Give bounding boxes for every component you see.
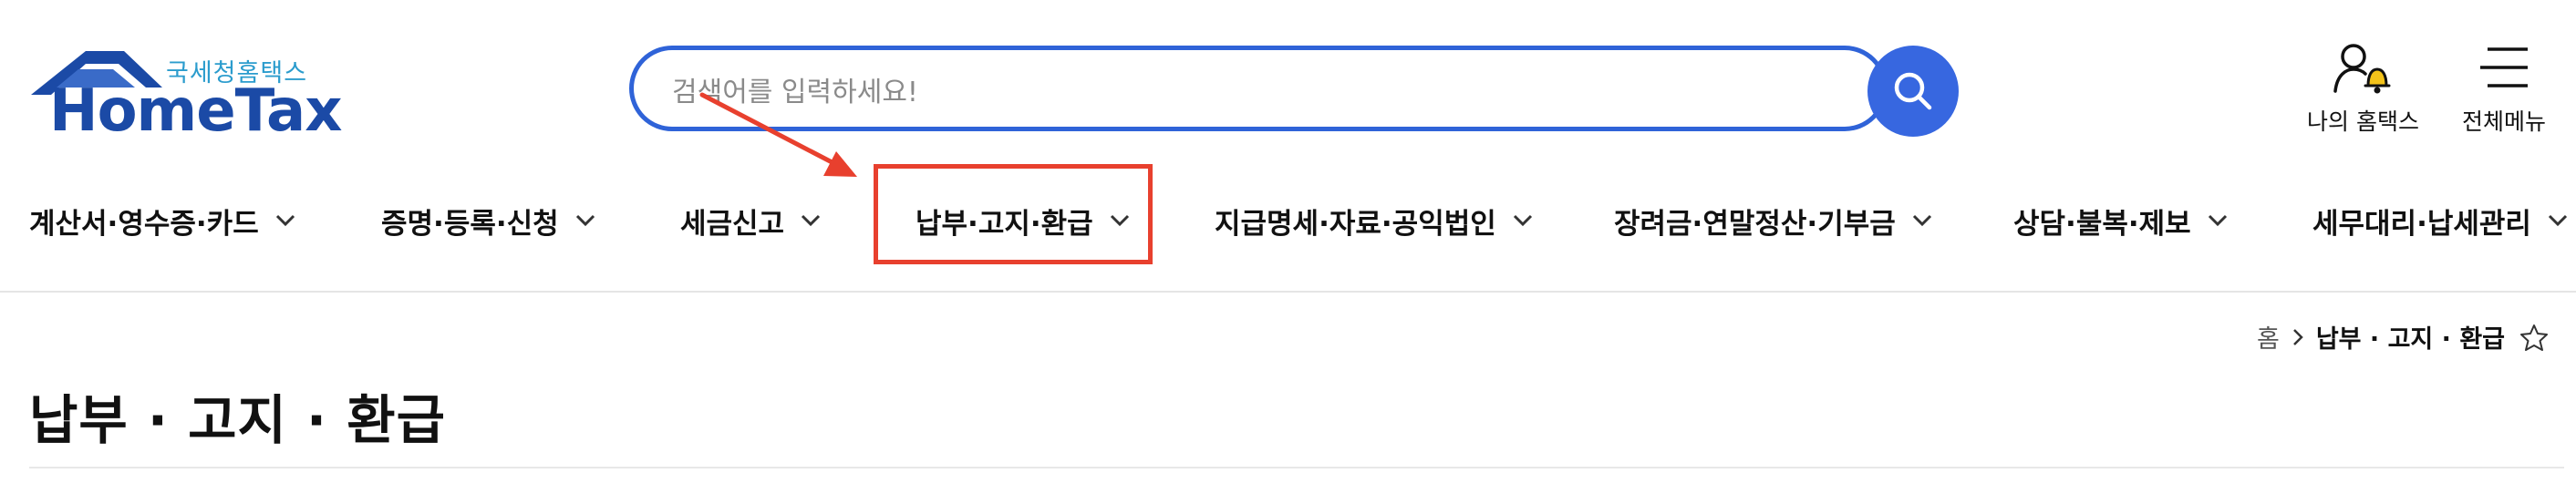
user-bell-icon (2333, 44, 2391, 94)
gnb-item-label: 상담·불복·제보 (2013, 207, 2191, 241)
gnb-item-incentive-yearend-donation[interactable]: 장려금·연말정산·기부금 (1614, 191, 1932, 250)
all-menu-button[interactable]: 전체메뉴 (2462, 42, 2546, 137)
chevron-right-icon (2292, 328, 2303, 345)
gnb-item-label: 세금신고 (680, 207, 785, 241)
all-menu-label: 전체메뉴 (2462, 108, 2547, 135)
gnb-item-payment-statement-data[interactable]: 지급명세·자료·공익법인 (1215, 191, 1533, 250)
breadcrumb-current: 납부 · 고지 · 환급 (2315, 325, 2505, 354)
page-title: 납부 · 고지 · 환급 (29, 389, 446, 451)
hamburger-menu-icon (2480, 47, 2528, 87)
chevron-down-icon (802, 214, 821, 227)
breadcrumb-home[interactable]: 홈 (2257, 319, 2280, 355)
main-navigation: 계산서·영수증·카드 증명·등록·신청 세금신고 납부·고지·환급 지급명세·자… (0, 191, 2576, 250)
gnb-item-label: 계산서·영수증·카드 (29, 207, 259, 241)
chevron-down-icon (575, 214, 595, 227)
chevron-down-icon (2208, 214, 2227, 227)
gnb-item-tax-filing[interactable]: 세금신고 (680, 191, 821, 250)
chevron-down-icon (1912, 214, 1931, 227)
hometax-logo[interactable]: 국세청홈택스 HomeTax (29, 47, 342, 140)
gnb-item-label: 증명·등록·신청 (381, 207, 559, 241)
gnb-item-consult-appeal-report[interactable]: 상담·불복·제보 (2013, 191, 2228, 250)
search-bar (629, 46, 1960, 137)
chevron-down-icon (1513, 214, 1532, 227)
search-box (629, 46, 1888, 131)
search-icon (1894, 72, 1932, 110)
highlight-box (874, 164, 1153, 264)
search-button[interactable] (1867, 46, 1959, 137)
gnb-item-invoice-receipt-card[interactable]: 계산서·영수증·카드 (29, 191, 295, 250)
gnb-item-tax-agent-management[interactable]: 세무대리·납세관리 (2312, 191, 2568, 250)
search-input[interactable] (670, 68, 1768, 116)
header-divider (0, 291, 2576, 293)
gnb-item-certificate-registration[interactable]: 증명·등록·신청 (381, 191, 595, 250)
chevron-down-icon (2548, 214, 2567, 227)
my-hometax-button[interactable]: 나의 홈택스 (2307, 42, 2419, 137)
title-divider (29, 467, 2564, 468)
gnb-item-label: 세무대리·납세관리 (2312, 207, 2531, 241)
logo-wordmark: HomeTax (49, 77, 342, 145)
gnb-item-label: 장려금·연말정산·기부금 (1614, 207, 1896, 241)
star-icon[interactable] (2519, 324, 2549, 351)
gnb-item-label: 지급명세·자료·공익법인 (1215, 207, 1496, 241)
my-hometax-label: 나의 홈택스 (2307, 108, 2419, 135)
breadcrumb: 홈 납부 · 고지 · 환급 (2257, 319, 2549, 355)
chevron-down-icon (275, 214, 295, 227)
